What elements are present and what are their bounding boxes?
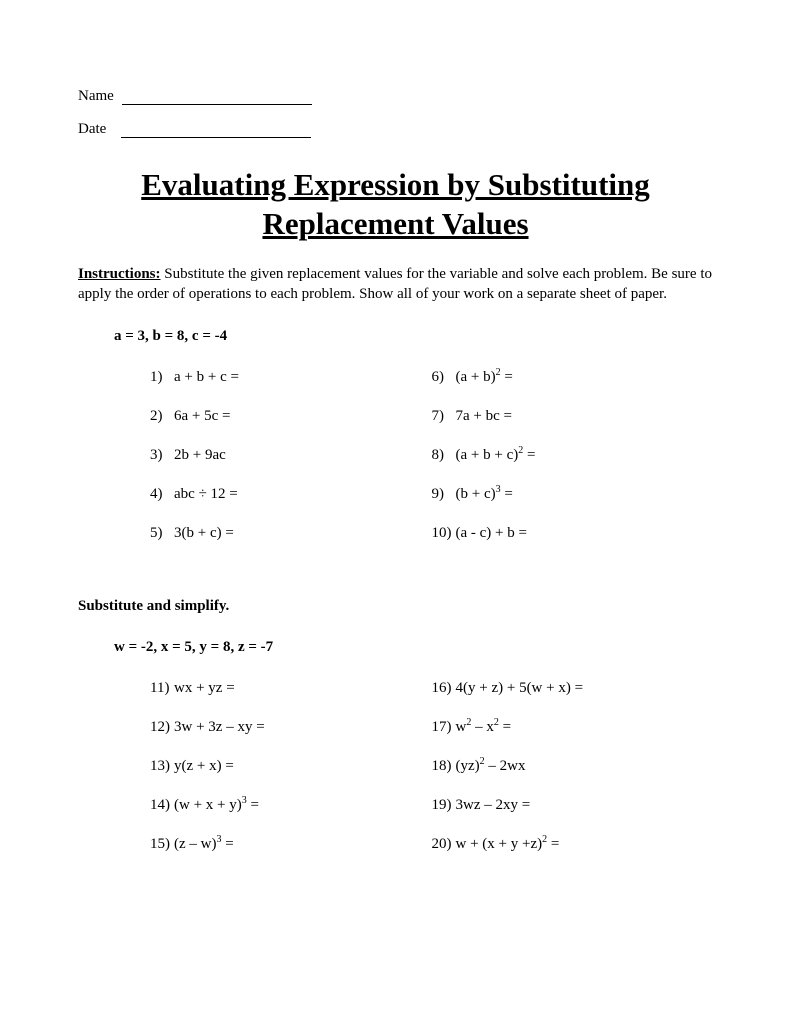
problem-20: 20)w + (x + y +z)2 = — [432, 836, 714, 853]
problem-2: 2)6a + 5c = — [150, 408, 432, 425]
problem-15: 15)(z – w)3 = — [150, 836, 432, 853]
date-blank — [121, 124, 311, 138]
problem-13: 13)y(z + x) = — [150, 758, 432, 775]
problem-19: 19)3wz – 2xy = — [432, 797, 714, 814]
problem-1: 1)a + b + c = — [150, 369, 432, 386]
name-label: Name — [78, 88, 114, 104]
problem-6: 6)(a + b)2 = — [432, 369, 714, 386]
problem-18: 18)(yz)2 – 2wx — [432, 758, 714, 775]
problem-17: 17)w2 – x2 = — [432, 719, 714, 736]
instructions-text: Substitute the given replacement values … — [78, 266, 712, 302]
section2-problems: 11)wx + yz = 12)3w + 3z – xy = 13)y(z + … — [150, 680, 713, 853]
problem-3: 3)2b + 9ac — [150, 447, 432, 464]
problem-7: 7)7a + bc = — [432, 408, 714, 425]
section1-problems: 1)a + b + c = 2)6a + 5c = 3)2b + 9ac 4)a… — [150, 369, 713, 542]
section1-values: a = 3, b = 8, c = -4 — [114, 328, 713, 345]
problem-4: 4)abc ÷ 12 = — [150, 486, 432, 503]
section1-left-column: 1)a + b + c = 2)6a + 5c = 3)2b + 9ac 4)a… — [150, 369, 432, 542]
name-field: Name — [78, 88, 713, 105]
date-label: Date — [78, 121, 106, 137]
instructions: Instructions: Substitute the given repla… — [78, 264, 713, 305]
problem-12: 12)3w + 3z – xy = — [150, 719, 432, 736]
problem-8: 8)(a + b + c)2 = — [432, 447, 714, 464]
problem-11: 11)wx + yz = — [150, 680, 432, 697]
section2-values: w = -2, x = 5, y = 8, z = -7 — [114, 639, 713, 656]
instructions-label: Instructions: — [78, 266, 161, 282]
section1-right-column: 6)(a + b)2 = 7)7a + bc = 8)(a + b + c)2 … — [432, 369, 714, 542]
problem-10: 10)(a - c) + b = — [432, 525, 714, 542]
section2-left-column: 11)wx + yz = 12)3w + 3z – xy = 13)y(z + … — [150, 680, 432, 853]
problem-16: 16)4(y + z) + 5(w + x) = — [432, 680, 714, 697]
section2-heading: Substitute and simplify. — [78, 598, 713, 615]
name-blank — [122, 91, 312, 105]
problem-9: 9)(b + c)3 = — [432, 486, 714, 503]
date-field: Date — [78, 121, 713, 138]
problem-5: 5)3(b + c) = — [150, 525, 432, 542]
problem-14: 14)(w + x + y)3 = — [150, 797, 432, 814]
page-title: Evaluating Expression by Substituting Re… — [78, 166, 713, 244]
section2-right-column: 16)4(y + z) + 5(w + x) = 17)w2 – x2 = 18… — [432, 680, 714, 853]
